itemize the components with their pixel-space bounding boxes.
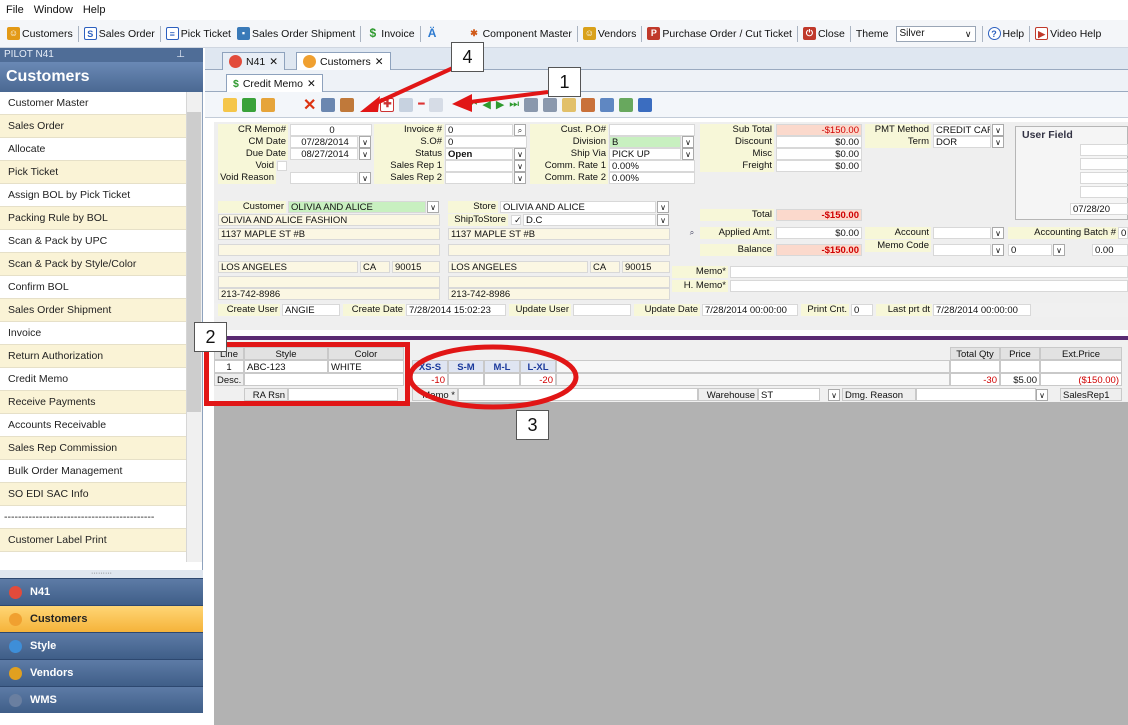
annotation-label-3: 3 <box>516 410 549 440</box>
annotation-arrowhead-1 <box>452 94 472 112</box>
annotation-label-2: 2 <box>194 322 227 352</box>
annotation-label-1: 1 <box>548 67 581 97</box>
annotation-overlay <box>360 60 579 410</box>
annotation-circle-3 <box>407 344 579 410</box>
annotation-label-4: 4 <box>451 42 484 72</box>
annotation-arrow-1 <box>469 90 549 104</box>
annotation-rect-2 <box>204 342 410 406</box>
annotation-arrowhead-4 <box>360 96 380 112</box>
